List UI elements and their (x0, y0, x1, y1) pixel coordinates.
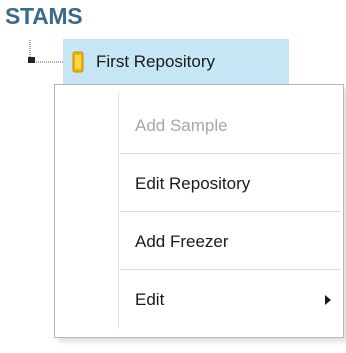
tree-connector-icon (28, 40, 63, 63)
tree-node-label: First Repository (96, 51, 216, 71)
menu-item-add-sample[interactable]: Add Sample (120, 101, 341, 151)
tree-node-first-repository[interactable]: First Repository (63, 39, 289, 84)
menu-item-add-freezer[interactable]: Add Freezer (120, 217, 341, 267)
menu-item-label: Add Sample (135, 116, 228, 135)
menu-gutter-divider (118, 93, 119, 329)
repository-icon (72, 51, 84, 72)
chevron-right-icon (325, 295, 331, 305)
menu-separator (120, 211, 341, 212)
app-title: STAMS (5, 3, 83, 29)
menu-item-label: Edit (135, 290, 165, 309)
menu-separator (120, 153, 341, 154)
context-menu: Add Sample Edit Repository Add Freezer E… (54, 84, 344, 338)
menu-item-edit[interactable]: Edit (120, 275, 341, 325)
menu-item-edit-repository[interactable]: Edit Repository (120, 159, 341, 209)
menu-separator (120, 269, 341, 270)
menu-item-label: Add Freezer (135, 232, 229, 251)
menu-item-label: Edit Repository (135, 174, 251, 193)
